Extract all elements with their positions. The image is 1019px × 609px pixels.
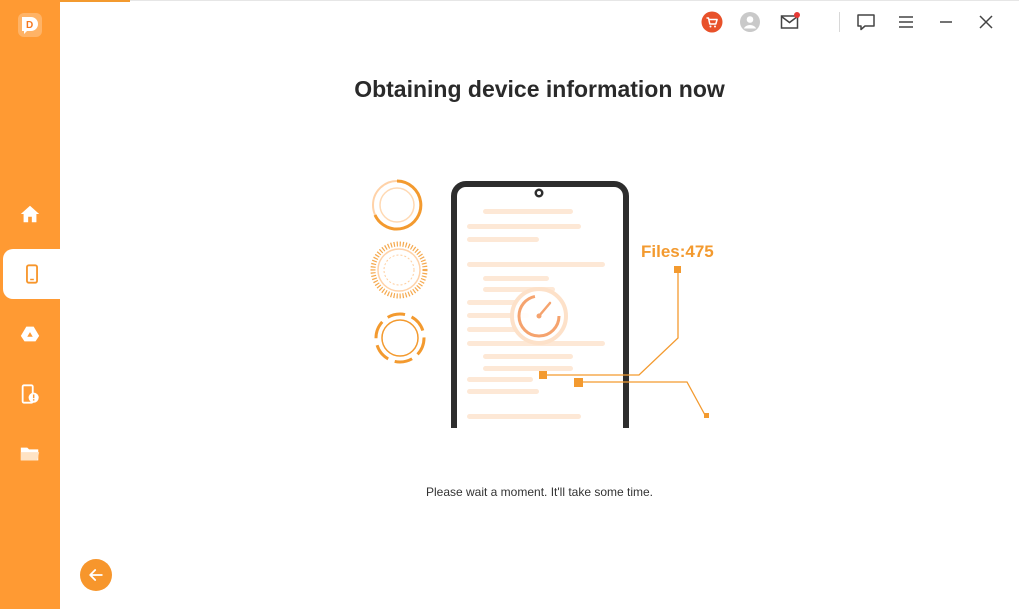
menu-button[interactable] bbox=[895, 11, 917, 33]
home-icon bbox=[20, 205, 40, 223]
user-icon bbox=[740, 12, 760, 32]
feedback-button[interactable] bbox=[855, 11, 877, 33]
sidebar-item-folder[interactable] bbox=[0, 429, 60, 479]
store-button[interactable] bbox=[701, 11, 723, 33]
minimize-icon bbox=[940, 21, 952, 23]
cart-icon bbox=[701, 11, 723, 33]
drive-icon bbox=[20, 326, 40, 342]
status-message: Please wait a moment. It'll take some ti… bbox=[425, 485, 654, 499]
sidebar-item-device-alert[interactable] bbox=[0, 369, 60, 419]
title-bar bbox=[699, 0, 1019, 42]
close-button[interactable] bbox=[975, 11, 997, 33]
progress-ring-3 bbox=[374, 312, 426, 364]
files-count-label: Files:475 bbox=[641, 242, 714, 261]
progress-indicator bbox=[60, 0, 130, 2]
menu-icon bbox=[899, 16, 913, 28]
feedback-icon bbox=[857, 14, 875, 31]
device-alert-icon bbox=[21, 384, 39, 404]
app-logo: D bbox=[17, 12, 43, 38]
sidebar-item-device[interactable] bbox=[3, 249, 60, 299]
mail-notification-dot bbox=[794, 12, 800, 18]
folder-icon bbox=[20, 447, 40, 461]
logo-letter: D bbox=[26, 20, 33, 31]
sidebar-item-home[interactable] bbox=[0, 189, 60, 239]
phone-graphic bbox=[451, 181, 629, 428]
account-button[interactable] bbox=[739, 11, 761, 33]
arrow-left-icon bbox=[89, 569, 103, 581]
page-title: Obtaining device information now bbox=[354, 76, 725, 102]
scan-illustration bbox=[362, 170, 722, 430]
phone-icon bbox=[25, 264, 38, 284]
minimize-button[interactable] bbox=[935, 11, 957, 33]
close-icon bbox=[979, 15, 993, 29]
progress-ring-1 bbox=[372, 179, 423, 231]
progress-ring-2 bbox=[370, 241, 428, 299]
sidebar: D bbox=[0, 0, 60, 609]
mail-button[interactable] bbox=[779, 11, 801, 33]
sidebar-item-cloud[interactable] bbox=[0, 309, 60, 359]
speed-gauge-icon bbox=[510, 287, 568, 345]
titlebar-separator bbox=[839, 12, 840, 32]
back-button[interactable] bbox=[80, 559, 112, 591]
